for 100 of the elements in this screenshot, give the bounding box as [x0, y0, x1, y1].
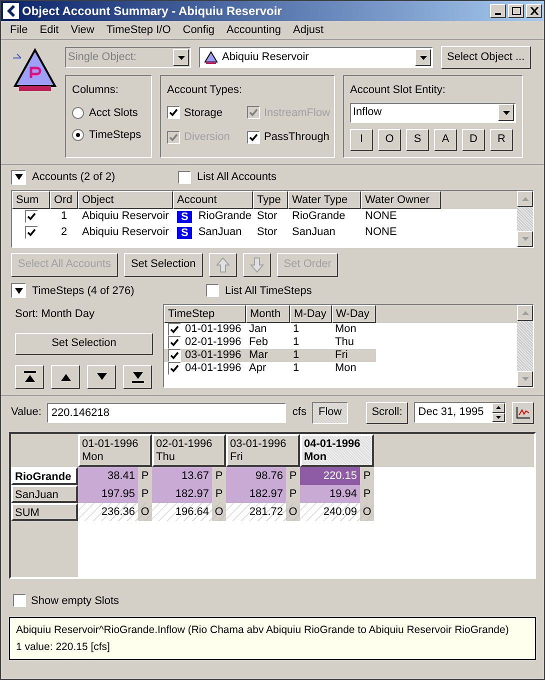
- collapse-toggle[interactable]: [11, 170, 26, 185]
- menu-item[interactable]: TimeStep I/O: [100, 22, 177, 38]
- entity-button[interactable]: R: [490, 128, 513, 150]
- caret-icon[interactable]: [173, 49, 189, 66]
- column-header[interactable]: 04-01-1996 Mon: [300, 434, 374, 466]
- value-field[interactable]: 220.146218: [47, 402, 286, 422]
- column-header[interactable]: 02-01-1996 Thu: [152, 434, 226, 466]
- row-header[interactable]: RioGrande: [11, 466, 78, 484]
- checkbox[interactable]: [178, 170, 191, 184]
- navigation-button[interactable]: [51, 364, 80, 388]
- column-header[interactable]: M-Day: [290, 305, 332, 323]
- table-cell-text: 1: [292, 348, 300, 363]
- maximize-button[interactable]: [508, 4, 524, 18]
- action-button[interactable]: Set Selection: [124, 252, 203, 276]
- entity-button[interactable]: I: [350, 128, 373, 150]
- value-cell[interactable]: 182.97: [152, 484, 212, 502]
- column-header[interactable]: Object: [78, 190, 173, 208]
- checkbox[interactable]: [13, 594, 26, 608]
- checkbox[interactable]: [167, 106, 180, 120]
- column-header[interactable]: 01-01-1996 Mon: [78, 434, 152, 466]
- unit-label: cfs: [292, 405, 306, 420]
- checkbox[interactable]: [247, 130, 260, 144]
- checkbox[interactable]: [168, 336, 181, 349]
- flow-button[interactable]: Flow: [312, 402, 348, 424]
- column-header[interactable]: W-Day: [332, 305, 376, 323]
- chart-icon: [516, 406, 530, 418]
- table-cell-text: Mar: [248, 348, 269, 363]
- table-cell-text: Thu: [334, 335, 355, 350]
- date-spinner[interactable]: Dec 31, 1995: [414, 402, 506, 423]
- value-cell[interactable]: 98.76: [226, 466, 286, 484]
- value-cell[interactable]: 13.67: [152, 466, 212, 484]
- column-header[interactable]: Sum: [12, 190, 50, 208]
- scroll-button[interactable]: Scroll:: [366, 402, 408, 424]
- menu-item[interactable]: Accounting: [220, 22, 287, 38]
- flag-cell: P: [360, 484, 374, 502]
- set-selection-button[interactable]: Set Selection: [15, 332, 153, 354]
- menu-item[interactable]: File: [4, 22, 34, 38]
- scrollbar[interactable]: [517, 190, 533, 246]
- caret-icon[interactable]: [415, 49, 431, 66]
- navigation-button[interactable]: [87, 364, 116, 388]
- value-cell[interactable]: 196.64: [152, 502, 212, 520]
- checkbox[interactable]: [24, 210, 38, 223]
- value-cell[interactable]: 220.15: [300, 466, 360, 484]
- column-header[interactable]: Water Type: [288, 190, 361, 208]
- object-dropdown[interactable]: Abiquiu Reservoir: [199, 47, 433, 68]
- value-cell[interactable]: 197.95: [78, 484, 138, 502]
- down-triangle-icon: [522, 236, 528, 240]
- column-header[interactable]: TimeStep: [164, 305, 246, 323]
- navigation-button[interactable]: [123, 364, 152, 388]
- collapse-toggle[interactable]: [11, 283, 26, 298]
- menu-item[interactable]: View: [64, 22, 100, 38]
- minimize-button[interactable]: [490, 4, 506, 18]
- column-header[interactable]: Water Owner: [361, 190, 441, 208]
- menu-item[interactable]: Adjust: [286, 22, 330, 38]
- menu-item[interactable]: Config: [176, 22, 221, 38]
- value-cell[interactable]: 182.97: [226, 484, 286, 502]
- checkbox[interactable]: [168, 349, 181, 362]
- flag-cell: P: [360, 466, 374, 484]
- table-row[interactable]: 02-01-1996 Feb 1 Thu: [164, 336, 376, 349]
- account-types-label: Account Types:: [167, 83, 244, 98]
- checkbox-label: List All Accounts: [197, 170, 276, 185]
- table-cell-text: RioGrande: [198, 209, 252, 224]
- column-header[interactable]: Ord: [50, 190, 78, 208]
- value-cell[interactable]: 236.36: [78, 502, 138, 520]
- caret-icon[interactable]: [498, 104, 514, 121]
- table-row[interactable]: 04-01-1996 Apr 1 Mon: [164, 362, 376, 375]
- table-row[interactable]: 03-01-1996 Mar 1 Fri: [164, 349, 376, 362]
- row-header[interactable]: SanJuan: [11, 484, 78, 502]
- entity-button[interactable]: A: [434, 128, 457, 150]
- table-row[interactable]: 2 Abiquiu Reservoir S SanJuan Stor SanJuan NONE: [12, 224, 517, 240]
- navigation-button[interactable]: [15, 364, 44, 388]
- value-cell[interactable]: 38.41: [78, 466, 138, 484]
- slot-entity-dropdown[interactable]: Inflow: [350, 102, 516, 122]
- value-cell[interactable]: 281.72: [226, 502, 286, 520]
- plot-button[interactable]: [512, 402, 534, 424]
- entity-button[interactable]: O: [378, 128, 401, 150]
- column-header[interactable]: 03-01-1996 Fri: [226, 434, 300, 466]
- table-row[interactable]: 1 Abiquiu Reservoir S RioGrande Stor RioGrande NONE: [12, 208, 517, 224]
- row-header[interactable]: SUM: [11, 502, 78, 520]
- close-button[interactable]: [526, 4, 542, 18]
- flag-cell: O: [138, 502, 152, 520]
- radio-button[interactable]: [72, 129, 84, 142]
- column-header[interactable]: Account: [173, 190, 253, 208]
- checkbox[interactable]: [168, 323, 181, 336]
- menu-item[interactable]: Edit: [34, 22, 65, 38]
- radio-button[interactable]: [72, 106, 84, 119]
- select-object-button[interactable]: Select Object ...: [441, 46, 531, 69]
- column-header[interactable]: Type: [253, 190, 288, 208]
- table-cell-text: 01-01-1996: [185, 322, 242, 337]
- column-header[interactable]: Month: [246, 305, 290, 323]
- reservoir-icon: [204, 51, 218, 64]
- entity-button[interactable]: S: [406, 128, 429, 150]
- checkbox[interactable]: [206, 284, 219, 298]
- value-cell[interactable]: 19.94: [300, 484, 360, 502]
- value-cell[interactable]: 240.09: [300, 502, 360, 520]
- entity-button[interactable]: D: [462, 128, 485, 150]
- table-row[interactable]: 01-01-1996 Jan 1 Mon: [164, 323, 376, 336]
- scrollbar[interactable]: [517, 305, 533, 387]
- table-cell-text: 1: [292, 361, 300, 376]
- table-cell-text: 03-01-1996: [185, 348, 242, 363]
